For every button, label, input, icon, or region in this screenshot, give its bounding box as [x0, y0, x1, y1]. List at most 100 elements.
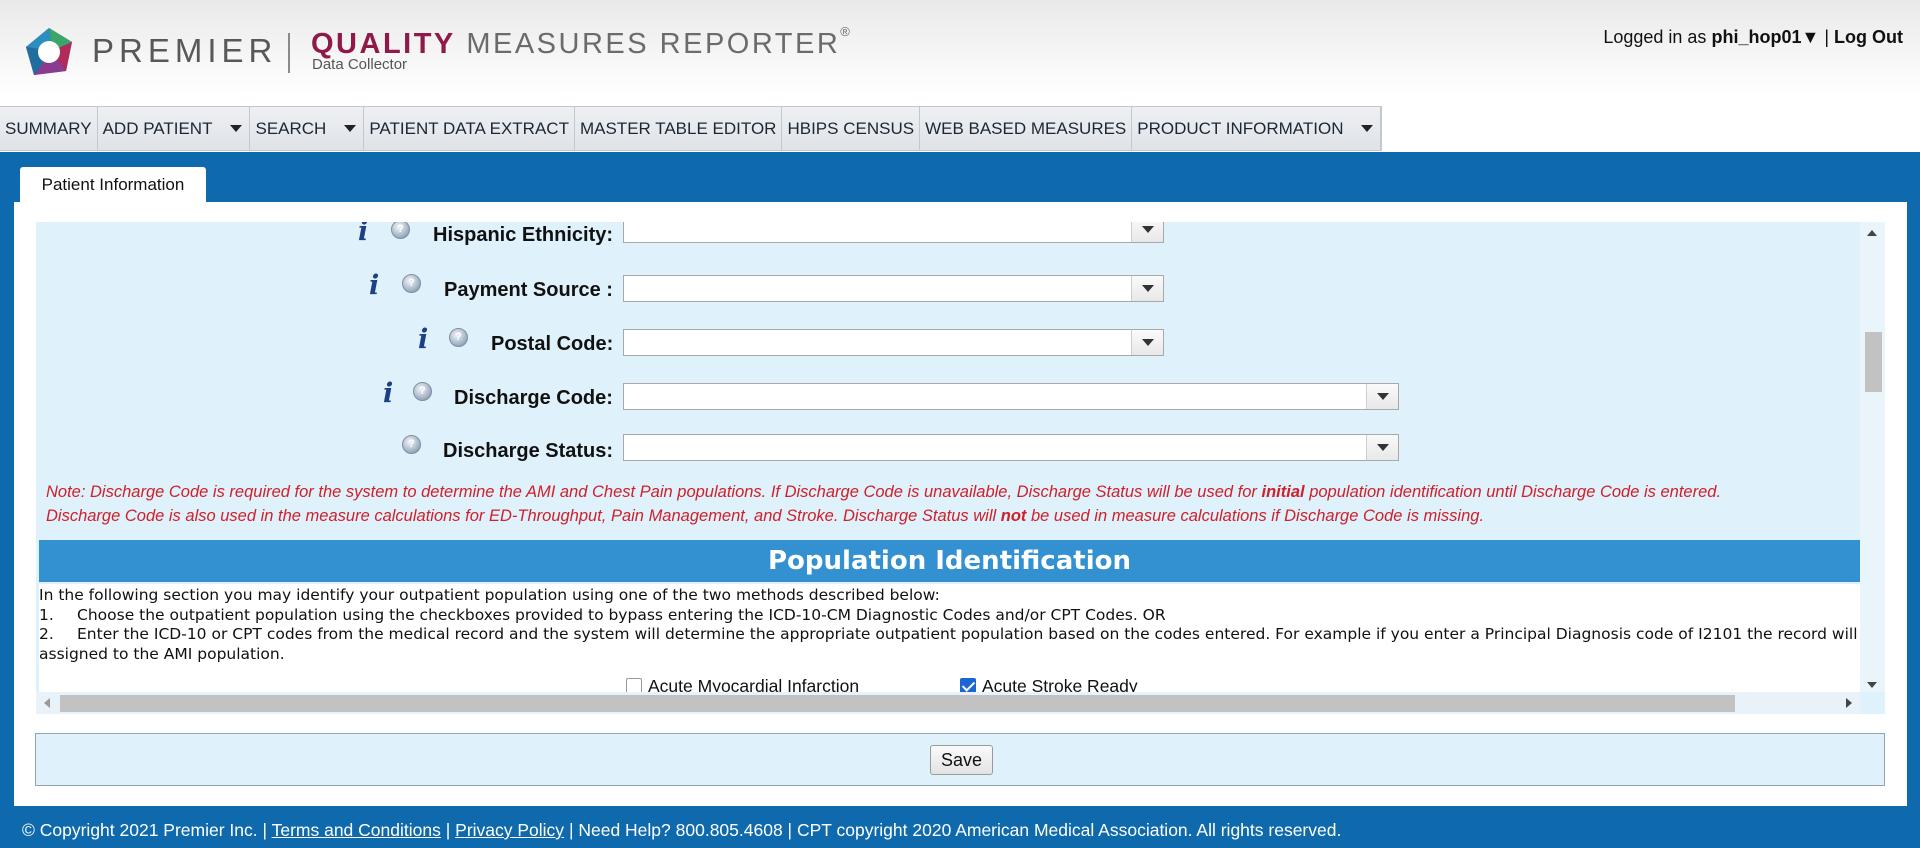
copyright-text: © Copyright 2021 Premier Inc. |: [22, 820, 268, 840]
note-text: population identification until Discharg…: [1304, 483, 1722, 501]
postal-code-label: Postal Code:: [491, 333, 614, 355]
method-2-text: Enter the ICD-10 or CPT codes from the m…: [77, 625, 1860, 643]
horizontal-scrollbar[interactable]: [36, 692, 1860, 714]
logout-link[interactable]: Log Out: [1834, 27, 1903, 47]
main-nav: SUMMARY ADD PATIENT SEARCH PATIENT DATA …: [0, 106, 1383, 151]
login-separator: |: [1824, 27, 1829, 47]
chevron-down-icon: [1141, 339, 1154, 346]
dropdown-button[interactable]: [1131, 330, 1163, 355]
nav-summary[interactable]: SUMMARY: [0, 107, 98, 150]
postal-code-select[interactable]: [623, 329, 1164, 356]
tab-patient-information[interactable]: Patient Information: [20, 167, 206, 203]
chevron-down-icon: [1361, 125, 1374, 132]
note-line-1: Note: Discharge Code is required for the…: [46, 480, 1860, 504]
hispanic-ethnicity-label: Hispanic Ethnicity:: [433, 224, 614, 246]
checkbox-ami[interactable]: Acute Myocardial Infarction: [626, 674, 859, 692]
product-subtitle: Data Collector: [312, 56, 408, 73]
method-1-text: Choose the outpatient population using t…: [77, 605, 1166, 624]
discharge-status-label: Discharge Status:: [443, 440, 614, 462]
brand-name: PREMIER: [92, 32, 278, 69]
discharge-code-select[interactable]: [623, 383, 1399, 410]
nav-summary-label: SUMMARY: [5, 118, 92, 138]
note-text: be used in measure calculations if Disch…: [1026, 507, 1485, 525]
vertical-scrollbar[interactable]: [1860, 222, 1885, 692]
help-icon[interactable]: ?: [391, 222, 410, 239]
payment-source-select[interactable]: [623, 275, 1164, 302]
brand-divider: [288, 33, 290, 73]
checkbox-acute-stroke-ready-label: Acute Stroke Ready: [982, 675, 1138, 693]
discharge-note: Note: Discharge Code is required for the…: [46, 480, 1860, 528]
population-instructions: In the following section you may identif…: [39, 584, 1860, 692]
population-method-1: 1. Choose the outpatient population using…: [39, 606, 1860, 626]
population-intro: In the following section you may identif…: [39, 586, 940, 604]
note-text: Note: Discharge Code is required for the…: [46, 483, 1262, 501]
premier-logo: [26, 28, 72, 75]
nav-search-label: SEARCH: [255, 118, 327, 138]
info-icon[interactable]: i: [418, 324, 428, 355]
scroll-thumb[interactable]: [1865, 332, 1882, 392]
chevron-down-icon: [230, 125, 243, 132]
note-text: Discharge Code is also used in the measu…: [46, 507, 1001, 525]
terms-link[interactable]: Terms and Conditions: [272, 820, 441, 840]
nav-master-table-editor-label: MASTER TABLE EDITOR: [579, 118, 777, 138]
note-line-2: Discharge Code is also used in the measu…: [46, 504, 1860, 528]
scroll-right-arrow-icon[interactable]: [1846, 698, 1852, 708]
checkbox-acute-stroke-ready[interactable]: Acute Stroke Ready: [960, 674, 1138, 692]
nav-search[interactable]: SEARCH: [250, 107, 365, 150]
footer-help-text: | Need Help? 800.805.4608 | CPT copyrigh…: [568, 820, 1342, 840]
chevron-down-icon: [1141, 226, 1154, 233]
checkbox-checked[interactable]: [960, 678, 976, 692]
scroll-up-arrow-icon[interactable]: [1867, 230, 1877, 236]
list-number: 1.: [39, 605, 54, 624]
info-icon[interactable]: i: [369, 270, 379, 301]
dropdown-button[interactable]: [1131, 276, 1163, 301]
login-info: Logged in as phi_hop01▼ | Log Out: [1603, 27, 1903, 48]
note-emphasis: not: [1000, 507, 1027, 525]
nav-patient-data-extract[interactable]: PATIENT DATA EXTRACT: [364, 107, 575, 150]
nav-master-table-editor[interactable]: MASTER TABLE EDITOR: [574, 107, 783, 150]
chevron-down-icon: [344, 125, 357, 132]
footer-separator: |: [445, 820, 451, 840]
nav-product-information[interactable]: PRODUCT INFORMATION: [1132, 107, 1382, 150]
chevron-down-icon: [1141, 285, 1154, 292]
product-title-rest: MEASURES REPORTER: [466, 28, 841, 60]
help-icon[interactable]: ?: [449, 328, 468, 347]
section-header-population: Population Identification: [39, 540, 1860, 582]
nav-add-patient[interactable]: ADD PATIENT: [97, 107, 251, 150]
username: phi_hop01: [1711, 27, 1802, 47]
help-icon[interactable]: ?: [402, 274, 421, 293]
discharge-status-select[interactable]: [623, 434, 1399, 461]
info-icon[interactable]: i: [358, 222, 368, 247]
scroll-down-arrow-icon[interactable]: [1867, 682, 1877, 688]
nav-web-based-measures-label: WEB BASED MEASURES: [925, 118, 1127, 138]
dropdown-button[interactable]: [1131, 222, 1163, 242]
nav-hbips-census[interactable]: HBIPS CENSUS: [782, 107, 921, 150]
help-icon[interactable]: ?: [413, 382, 432, 401]
registered-mark: ®: [840, 24, 853, 39]
nav-web-based-measures[interactable]: WEB BASED MEASURES: [920, 107, 1133, 150]
privacy-link[interactable]: Privacy Policy: [455, 820, 564, 840]
form-scroll-area: i ? Hispanic Ethnicity: i ? Payment Sour…: [36, 222, 1885, 714]
save-area: Save: [35, 733, 1885, 786]
population-method-2-cont: assigned to the AMI population.: [39, 644, 285, 663]
scroll-left-arrow-icon[interactable]: [44, 698, 50, 708]
nav-product-information-label: PRODUCT INFORMATION: [1137, 118, 1344, 138]
info-icon[interactable]: i: [383, 378, 393, 409]
dropdown-button[interactable]: [1366, 435, 1398, 460]
nav-patient-data-extract-label: PATIENT DATA EXTRACT: [369, 118, 569, 138]
nav-add-patient-label: ADD PATIENT: [102, 118, 213, 138]
population-method-2: 2. Enter the ICD-10 or CPT codes from the…: [39, 625, 1860, 645]
nav-hbips-census-label: HBIPS CENSUS: [787, 118, 915, 138]
user-caret-icon: ▼: [1801, 27, 1820, 47]
form-content: i ? Hispanic Ethnicity: i ? Payment Sour…: [36, 222, 1860, 692]
save-button[interactable]: Save: [930, 745, 993, 775]
user-menu[interactable]: phi_hop01▼: [1711, 27, 1819, 47]
scroll-thumb[interactable]: [60, 695, 1735, 712]
footer: © Copyright 2021 Premier Inc. | Terms an…: [22, 820, 1341, 841]
help-icon[interactable]: ?: [402, 435, 421, 454]
app-header: PREMIER QUALITY MEASURES REPORTER® Data …: [0, 0, 1920, 106]
checkbox-unchecked[interactable]: [626, 678, 642, 692]
discharge-code-label: Discharge Code:: [454, 387, 613, 409]
dropdown-button[interactable]: [1366, 384, 1398, 409]
hispanic-ethnicity-select[interactable]: [623, 222, 1164, 243]
